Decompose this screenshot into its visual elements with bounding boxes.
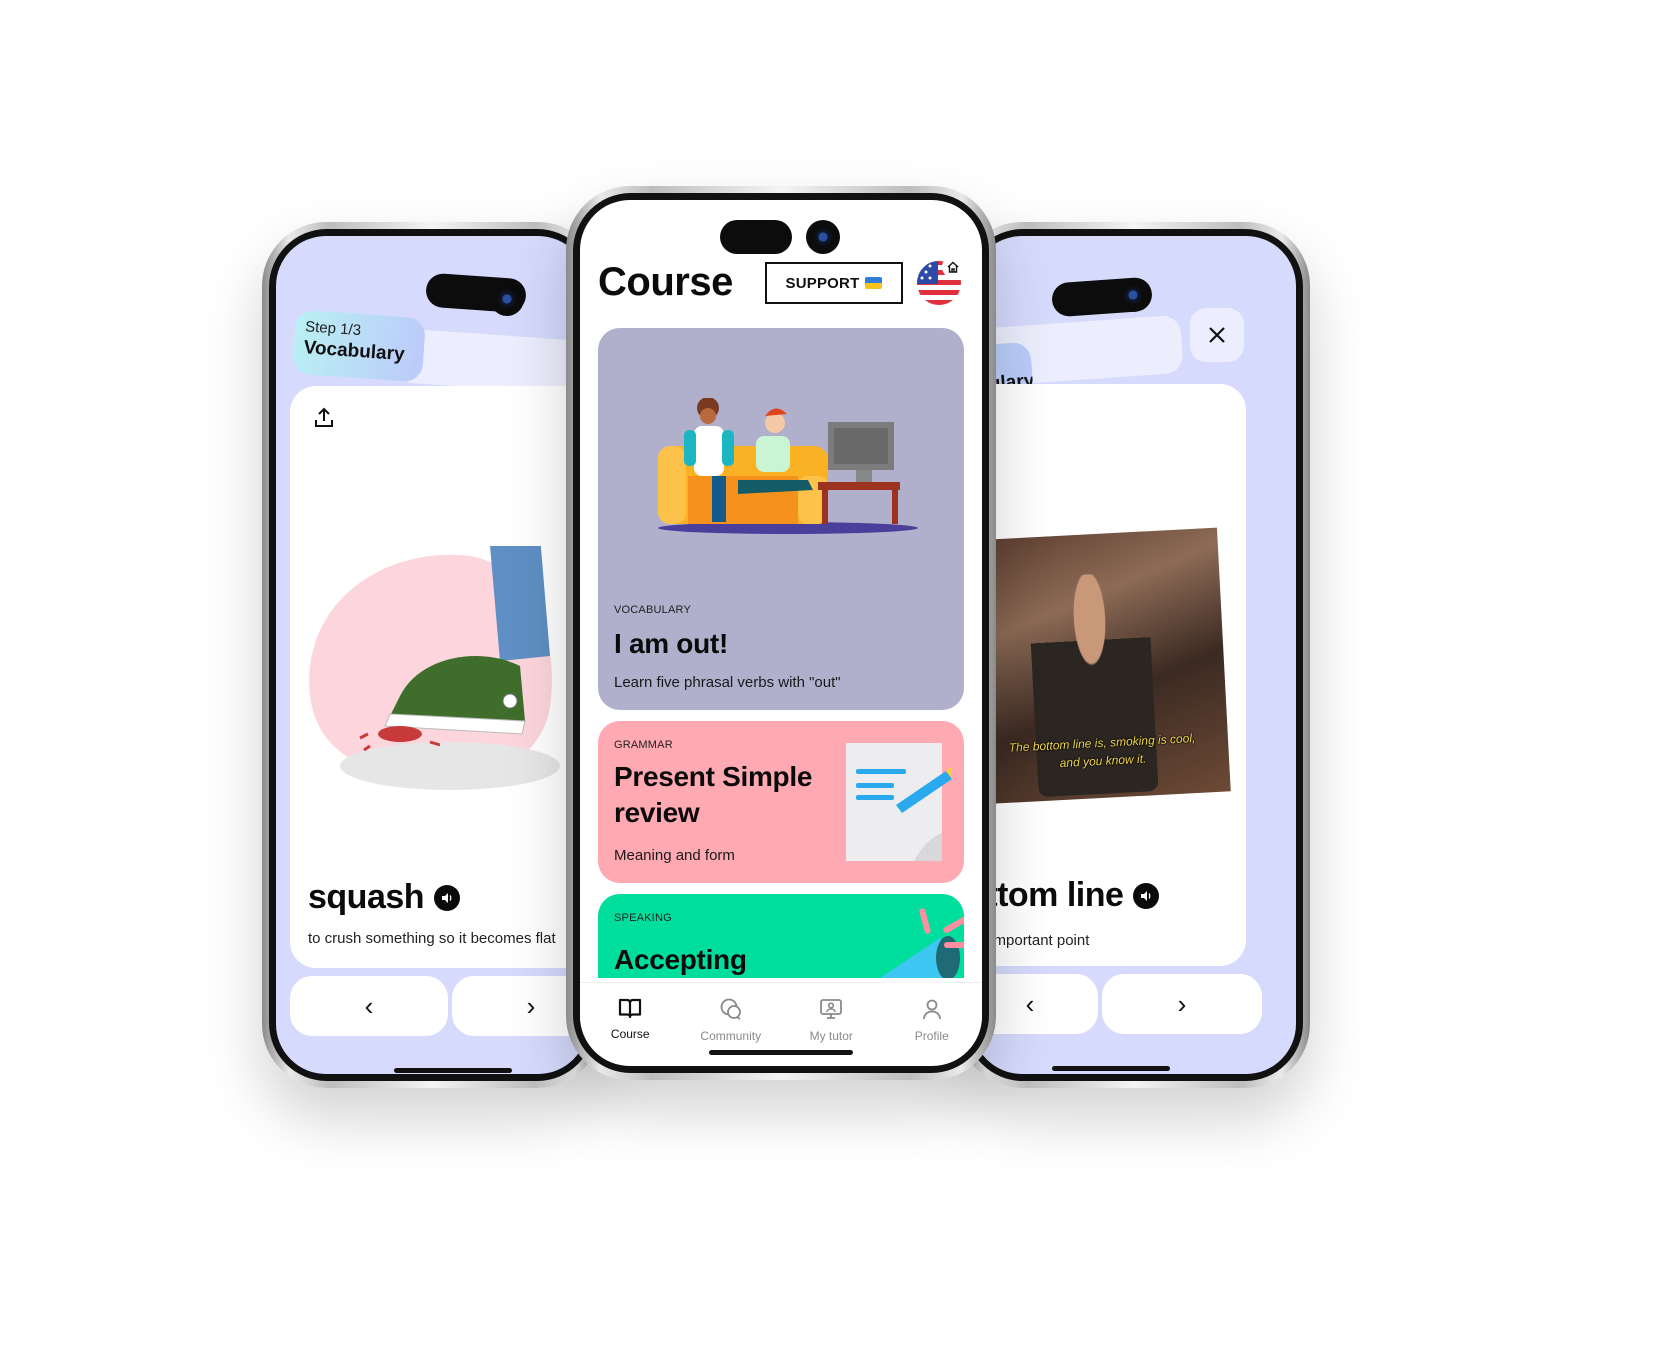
card-category: GRAMMAR (614, 739, 673, 751)
word-card: squash to crush something so it becomes … (290, 386, 588, 968)
course-card-speaking[interactable]: SPEAKING Accepting (598, 894, 964, 978)
home-indicator (394, 1068, 512, 1073)
course-card-grammar[interactable]: GRAMMAR Present Simple review Meaning an… (598, 721, 964, 883)
language-selector[interactable] (916, 256, 964, 306)
camera-icon (490, 282, 524, 316)
course-list[interactable]: VOCABULARY I am out! Learn five phrasal … (598, 328, 964, 978)
chevron-left-icon: ‹ (1025, 988, 1035, 1019)
course-screen: Course SUPPORT VOCABULARY I am out! Lear… (580, 200, 982, 1066)
word-text: squash (308, 878, 425, 916)
tab-label: Course (610, 1027, 650, 1041)
camera-icon (806, 220, 840, 254)
close-button[interactable] (1190, 308, 1244, 362)
word-heading: ottom line (972, 876, 1160, 915)
previous-card-button[interactable]: ‹ (290, 976, 448, 1036)
close-icon (1209, 327, 1225, 343)
card-category: VOCABULARY (614, 604, 691, 616)
chevron-right-icon: › (526, 990, 536, 1021)
camera-icon (1116, 278, 1150, 312)
card-category: SPEAKING (614, 912, 672, 924)
gamers-illustration (658, 398, 918, 534)
monitor-person-icon (820, 999, 843, 1019)
ukraine-flag-icon (865, 277, 883, 289)
home-icon (942, 256, 964, 278)
video-subtitle: The bottom line is, smoking is cool, and… (976, 729, 1229, 777)
left-phone-mockup: Step 1/3 Vocabulary squash to crush some… (262, 222, 602, 1088)
tab-label: My tutor (809, 1029, 853, 1043)
page-title: Course (598, 260, 733, 304)
flashcard-video-screen: /2 abulary The bottom line is, smoking i… (972, 236, 1296, 1074)
app-header: Course SUPPORT (598, 256, 968, 310)
card-title: Accepting (614, 944, 747, 975)
video-clip[interactable]: The bottom line is, smoking is cool, and… (972, 527, 1231, 805)
support-label: SUPPORT (785, 274, 860, 292)
right-phone-mockup: /2 abulary The bottom line is, smoking i… (958, 222, 1310, 1088)
person-icon (922, 999, 941, 1020)
tab-course[interactable]: Course (580, 983, 681, 1062)
tab-label: Community (700, 1029, 762, 1043)
home-indicator (709, 1050, 853, 1055)
speaker-icon[interactable] (434, 884, 461, 911)
paper-pen-illustration (846, 743, 952, 861)
support-button[interactable]: SUPPORT (765, 262, 903, 304)
share-icon[interactable] (312, 406, 336, 430)
word-definition: to crush something so it becomes flat (308, 930, 556, 947)
tab-label: Profile (914, 1029, 949, 1043)
card-title: Present Simple review (614, 761, 813, 829)
word-heading: squash (308, 878, 461, 917)
home-indicator (1052, 1066, 1170, 1071)
chevron-right-icon: › (1177, 988, 1187, 1019)
speaker-icon[interactable] (1133, 882, 1160, 909)
card-subtitle: Meaning and form (614, 847, 735, 864)
next-card-button[interactable]: › (1102, 974, 1262, 1034)
tab-profile[interactable]: Profile (882, 983, 983, 1062)
card-title: I am out! (614, 628, 728, 659)
course-card-vocabulary[interactable]: VOCABULARY I am out! Learn five phrasal … (598, 328, 964, 710)
chat-bubbles-icon (720, 998, 741, 1020)
chevron-left-icon: ‹ (364, 990, 374, 1021)
step-indicator: Step 1/3 Vocabulary (291, 309, 427, 383)
flashcard-screen: Step 1/3 Vocabulary squash to crush some… (276, 236, 588, 1074)
dynamic-island (720, 220, 792, 254)
book-icon (619, 998, 642, 1019)
megaphone-illustration (880, 908, 964, 978)
center-phone-mockup: Course SUPPORT VOCABULARY I am out! Lear… (566, 186, 996, 1080)
squash-illustration (309, 546, 560, 790)
card-subtitle: Learn five phrasal verbs with "out" (614, 674, 841, 691)
